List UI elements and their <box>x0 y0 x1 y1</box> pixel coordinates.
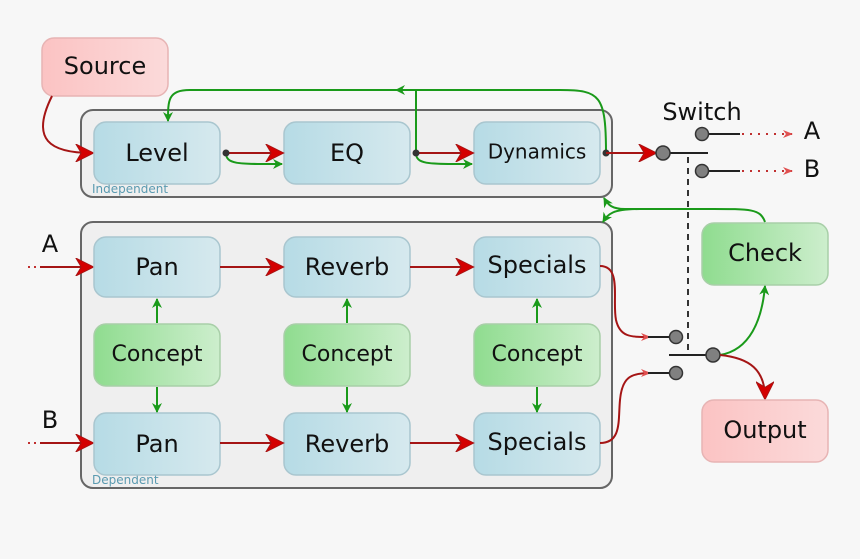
switch-to-output-arrow <box>719 354 765 398</box>
specials-b-label: Specials <box>488 428 587 456</box>
junction-dot <box>222 149 230 157</box>
source-label: Source <box>64 52 146 80</box>
level-label: Level <box>125 139 188 167</box>
lower-switch-contact-a[interactable] <box>668 329 684 345</box>
pan-a-label: Pan <box>135 253 178 281</box>
input-b-label: B <box>42 406 58 434</box>
dynamics-label: Dynamics <box>488 140 587 164</box>
reverb-b-label: Reverb <box>305 430 389 458</box>
switch-contact-a[interactable] <box>694 126 710 142</box>
concept-label-2: Concept <box>302 342 393 367</box>
dependent-row-b: Pan Reverb Specials <box>93 412 601 476</box>
signal-flow-diagram: Independent Dependent Source Level EQ Dy… <box>28 37 829 489</box>
concept-label-3: Concept <box>492 342 583 367</box>
switch-label: Switch <box>662 98 741 126</box>
eq-label: EQ <box>330 139 364 167</box>
lower-switch-contact-b[interactable] <box>668 365 684 381</box>
input-a-label: A <box>42 230 59 258</box>
dependent-row-a: Pan Reverb Specials <box>93 236 601 298</box>
lower-switch-pivot <box>705 347 721 363</box>
check-label: Check <box>728 239 802 267</box>
switch-to-check-arrow <box>719 285 770 356</box>
switch-output-b: B <box>804 155 820 183</box>
output-label: Output <box>723 416 806 444</box>
switch-contact-b[interactable] <box>694 163 710 179</box>
switch-pivot <box>655 145 671 161</box>
check-to-dependent-arrow <box>602 208 641 223</box>
specials-a-label: Specials <box>488 251 587 279</box>
junction-dot <box>412 149 420 157</box>
switch-output-a: A <box>804 117 821 145</box>
pan-b-label: Pan <box>135 430 178 458</box>
reverb-a-label: Reverb <box>305 253 389 281</box>
concept-label-1: Concept <box>112 342 203 367</box>
